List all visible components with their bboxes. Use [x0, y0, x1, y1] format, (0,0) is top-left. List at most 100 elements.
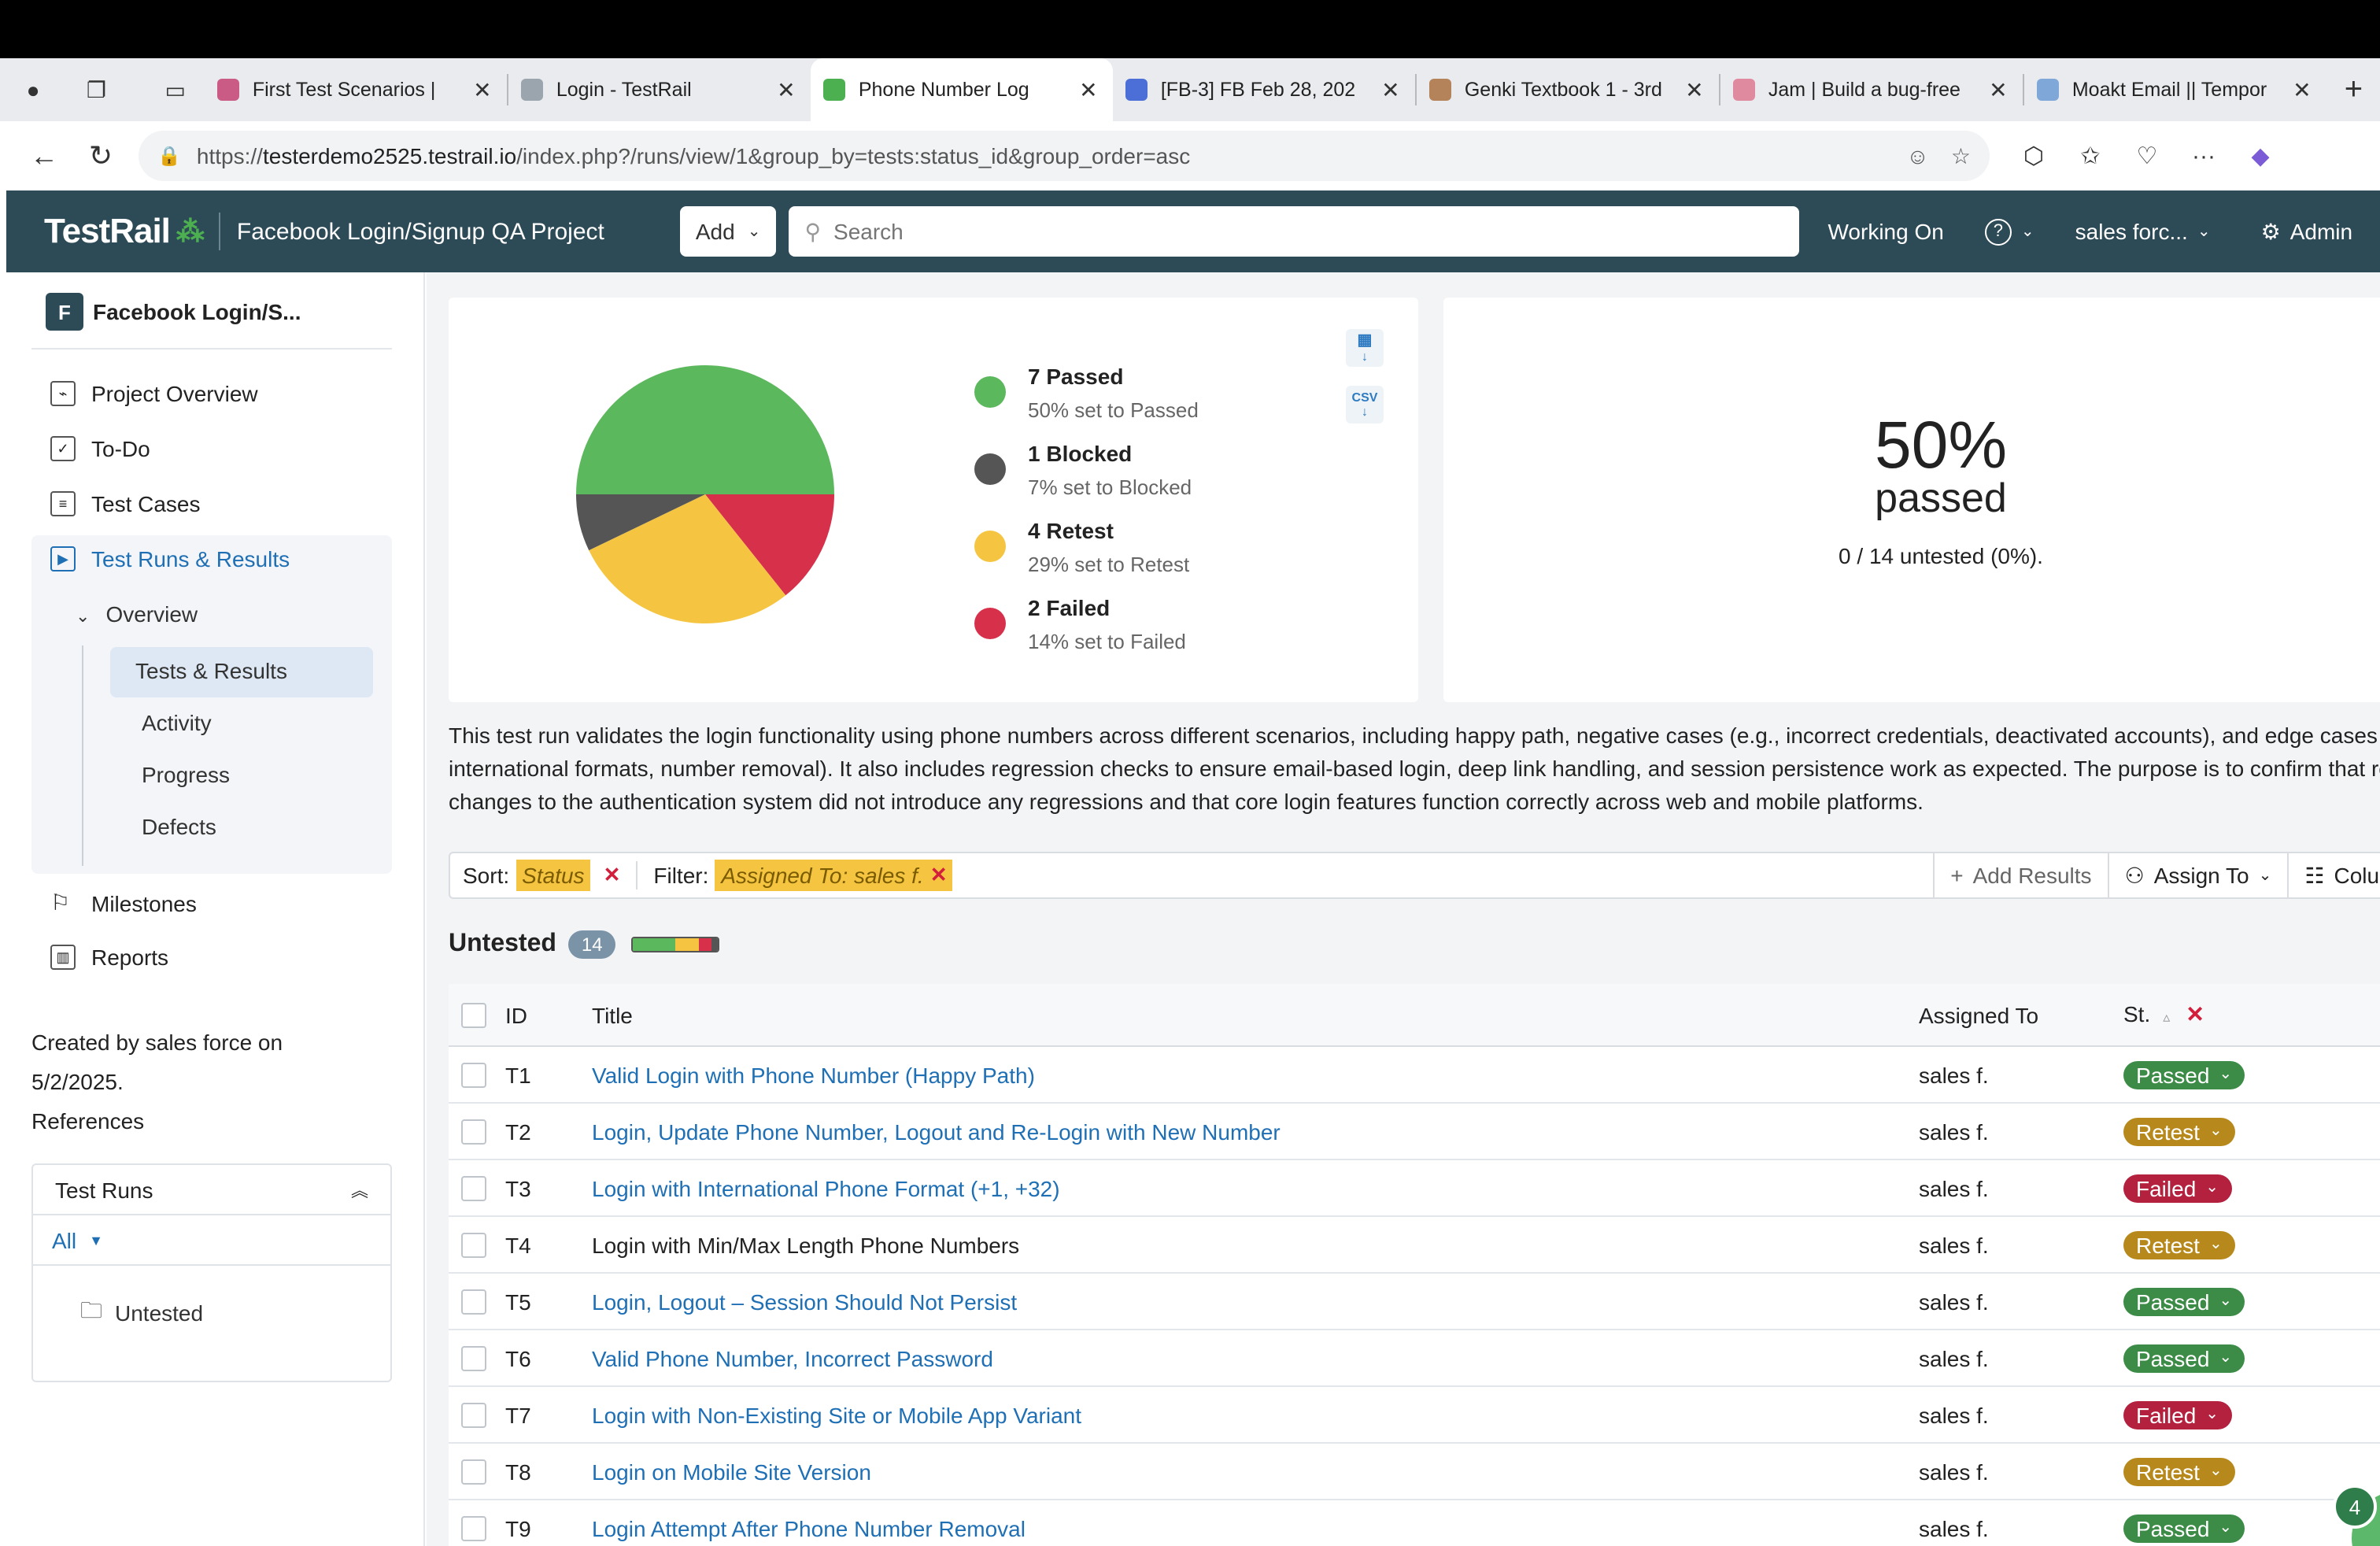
filter-tag[interactable]: Assigned To: sales f.	[715, 860, 930, 891]
browser-tab[interactable]: First Test Scenarios | ✕	[205, 58, 508, 121]
add-dropdown-button[interactable]: Add ⌄	[679, 206, 777, 257]
table-row[interactable]: T8 Login on Mobile Site Version sales f. Re…	[449, 1444, 2380, 1500]
col-title[interactable]: Title	[592, 1002, 1919, 1027]
workspaces-icon[interactable]: ❐	[76, 68, 116, 112]
chevron-right-icon[interactable]: ›	[2360, 1175, 2380, 1200]
table-row[interactable]: T4 Login with Min/Max Length Phone Number…	[449, 1217, 2380, 1274]
more-options-icon[interactable]: ···	[2175, 131, 2232, 181]
sort-tag[interactable]: Status	[516, 860, 591, 891]
row-checkbox[interactable]	[461, 1459, 486, 1484]
table-row[interactable]: T1 Valid Login with Phone Number (Happy P…	[449, 1047, 2380, 1104]
add-results-button[interactable]: + Add Results	[1935, 852, 2107, 899]
project-name[interactable]: Facebook Login/Signup QA Project	[237, 218, 604, 245]
sidebar-sub-progress[interactable]: Progress	[142, 762, 230, 787]
status-dropdown[interactable]: Failed ⌄	[2123, 1400, 2232, 1429]
browser-essentials-icon[interactable]: ♡	[2119, 131, 2175, 181]
search-input[interactable]	[833, 219, 1747, 244]
reader-icon[interactable]: ☺	[1906, 142, 1929, 169]
close-tab-icon[interactable]: ✕	[1076, 76, 1101, 103]
extensions-icon[interactable]: ⬡	[2005, 131, 2062, 181]
new-tab-icon[interactable]: +	[2327, 72, 2380, 108]
sidebar-item-test-cases[interactable]: ≡ Test Cases	[50, 491, 201, 516]
browser-tab[interactable]: Phone Number Log ✕	[811, 58, 1114, 121]
table-row[interactable]: T7 Login with Non-Existing Site or Mobile…	[449, 1387, 2380, 1444]
user-menu[interactable]: sales forc... ⌄	[2075, 219, 2211, 244]
close-tab-icon[interactable]: ✕	[774, 76, 799, 103]
row-checkbox[interactable]	[461, 1345, 486, 1370]
test-title-link[interactable]: Login Attempt After Phone Number Removal	[592, 1515, 1919, 1540]
sidebar-item-milestones[interactable]: ⚐ Milestones	[50, 890, 197, 916]
admin-link[interactable]: ⚙ Admin	[2261, 218, 2353, 245]
status-dropdown[interactable]: Passed ⌄	[2123, 1344, 2245, 1372]
status-dropdown[interactable]: Passed ⌄	[2123, 1060, 2245, 1089]
col-status[interactable]: St. ▵ ✕	[2123, 1001, 2360, 1028]
test-title-link[interactable]: Valid Phone Number, Incorrect Password	[592, 1345, 1919, 1370]
test-title-link[interactable]: Login with Non-Existing Site or Mobile A…	[592, 1402, 1919, 1427]
favorites-icon[interactable]: ✩	[2062, 131, 2119, 181]
remove-sort-icon[interactable]: ✕	[604, 863, 621, 888]
collapse-chevrons-icon[interactable]: ︽	[351, 1177, 368, 1202]
row-checkbox[interactable]	[461, 1402, 486, 1427]
status-dropdown[interactable]: Retest ⌄	[2123, 1230, 2235, 1259]
browser-tab[interactable]: Login - TestRail ✕	[509, 58, 811, 121]
sidebar-sub-activity[interactable]: Activity	[142, 710, 212, 735]
browser-tab[interactable]: Genki Textbook 1 - 3rd ✕	[1417, 58, 1720, 121]
status-dropdown[interactable]: Retest ⌄	[2123, 1457, 2235, 1485]
chevron-right-icon[interactable]: ›	[2360, 1119, 2380, 1144]
runs-folder-untested[interactable]: 🗀 Untested	[33, 1266, 390, 1332]
close-tab-icon[interactable]: ✕	[2289, 76, 2315, 103]
row-checkbox[interactable]	[461, 1232, 486, 1257]
copilot-icon[interactable]: ◆	[2232, 131, 2289, 181]
test-title-link[interactable]: Login, Logout – Session Should Not Persi…	[592, 1289, 1919, 1314]
search-box[interactable]: ⚲	[789, 206, 1800, 257]
row-checkbox[interactable]	[461, 1175, 486, 1200]
close-tab-icon[interactable]: ✕	[1986, 76, 2011, 103]
test-title-link[interactable]: Login, Update Phone Number, Logout and R…	[592, 1119, 1919, 1144]
testrail-logo[interactable]: TestRail ⁂	[6, 211, 205, 252]
working-on-menu[interactable]: Working On	[1828, 219, 1944, 244]
row-checkbox[interactable]	[461, 1119, 486, 1144]
chevron-right-icon[interactable]: ›	[2360, 1232, 2380, 1257]
back-icon[interactable]: ←	[16, 131, 72, 181]
status-dropdown[interactable]: Retest ⌄	[2123, 1117, 2235, 1145]
row-checkbox[interactable]	[461, 1289, 486, 1314]
sidebar-sub-tests-results[interactable]: Tests & Results	[135, 658, 287, 683]
table-row[interactable]: T5 Login, Logout – Session Should Not Per…	[449, 1274, 2380, 1330]
chevron-right-icon[interactable]: ›	[2360, 1289, 2380, 1314]
chevron-right-icon[interactable]: ›	[2360, 1402, 2380, 1427]
test-title-link[interactable]: Login with Min/Max Length Phone Numbers	[592, 1232, 1919, 1257]
row-checkbox[interactable]	[461, 1062, 486, 1087]
sidebar-item-todo[interactable]: ✓ To-Do	[50, 436, 150, 461]
table-row[interactable]: T2 Login, Update Phone Number, Logout and…	[449, 1104, 2380, 1160]
column-settings-icon[interactable]: ☷	[2360, 1001, 2380, 1028]
sidebar-item-test-runs[interactable]: ▶ Test Runs & Results	[50, 546, 290, 571]
table-row[interactable]: T3 Login with International Phone Format …	[449, 1160, 2380, 1217]
close-tab-icon[interactable]: ✕	[1378, 76, 1403, 103]
runs-filter-dropdown[interactable]: All ▼	[33, 1215, 390, 1266]
favorite-star-icon[interactable]: ☆	[1951, 142, 1971, 169]
chevron-right-icon[interactable]: ›	[2360, 1062, 2380, 1087]
url-field[interactable]: 🔒 https://testerdemo2525.testrail.io/ind…	[139, 131, 1990, 181]
assign-to-button[interactable]: ⚇ Assign To ⌄	[2109, 852, 2288, 899]
test-title-link[interactable]: Login on Mobile Site Version	[592, 1459, 1919, 1484]
col-id[interactable]: ID	[486, 1002, 592, 1027]
browser-tab[interactable]: Jam | Build a bug-free ✕	[1721, 58, 2023, 121]
remove-filter-icon[interactable]: ✕	[929, 860, 952, 891]
chevron-right-icon[interactable]: ›	[2360, 1345, 2380, 1370]
status-dropdown[interactable]: Passed ⌄	[2123, 1514, 2245, 1542]
sidebar-item-reports[interactable]: ▥ Reports	[50, 945, 168, 970]
row-checkbox[interactable]	[461, 1515, 486, 1540]
close-tab-icon[interactable]: ✕	[1682, 76, 1707, 103]
test-runs-panel-header[interactable]: Test Runs ︽	[33, 1165, 390, 1215]
browser-tab[interactable]: Moakt Email || Tempor ✕	[2025, 58, 2327, 121]
site-info-icon[interactable]: 🔒	[157, 145, 181, 167]
status-dropdown[interactable]: Failed ⌄	[2123, 1174, 2232, 1202]
table-row[interactable]: T9 Login Attempt After Phone Number Remov…	[449, 1500, 2380, 1546]
export-image-icon[interactable]: ▦ ↓	[1346, 329, 1384, 367]
test-title-link[interactable]: Valid Login with Phone Number (Happy Pat…	[592, 1062, 1919, 1087]
sidebar-sub-defects[interactable]: Defects	[142, 814, 216, 839]
reload-icon[interactable]: ↻	[72, 131, 129, 181]
select-all-checkbox[interactable]	[461, 1002, 486, 1027]
chevron-right-icon[interactable]: ›	[2360, 1459, 2380, 1484]
col-assigned-to[interactable]: Assigned To	[1919, 1002, 2123, 1027]
